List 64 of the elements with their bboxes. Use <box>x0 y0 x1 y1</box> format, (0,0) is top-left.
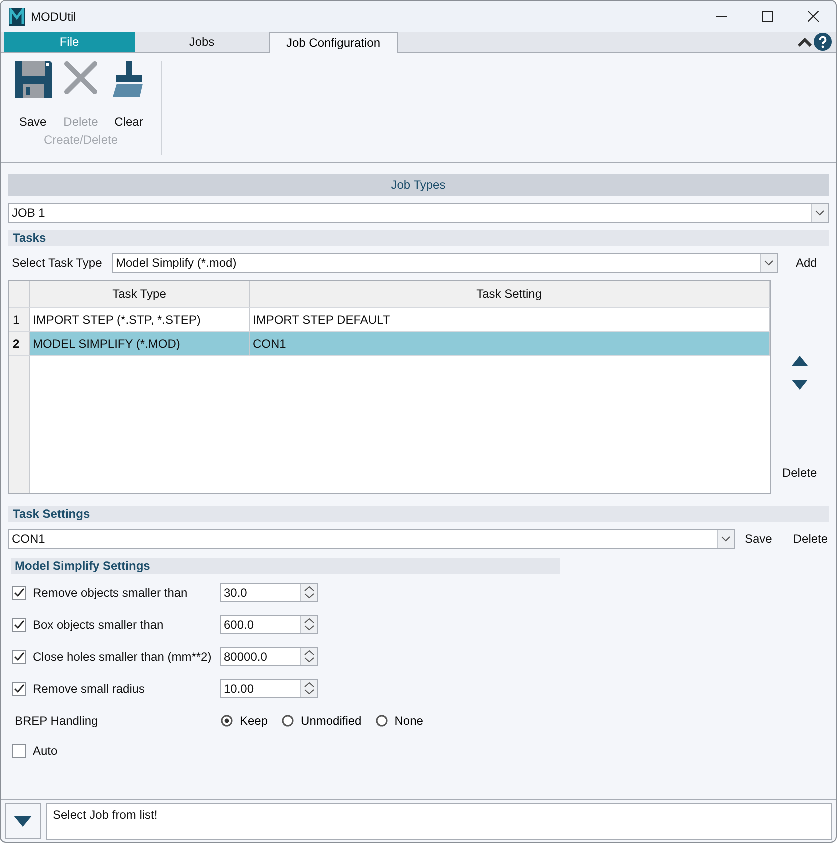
setting-label: Remove objects smaller than <box>33 586 189 600</box>
setting-label: Close holes smaller than (mm**2) <box>33 650 213 664</box>
number-spinner[interactable]: 600.0 <box>220 615 318 634</box>
task-setting-dropdown[interactable]: CON1 <box>8 529 735 549</box>
column-header[interactable]: Task Setting <box>250 281 770 307</box>
table-cell: CON1 <box>250 332 770 355</box>
table-cell: IMPORT STEP (*.STP, *.STEP) <box>30 308 250 331</box>
setting-label: Auto <box>33 744 58 758</box>
number-spinner[interactable]: 30.0 <box>220 583 318 602</box>
checkbox[interactable] <box>12 618 26 632</box>
radio-option[interactable]: Unmodified <box>282 714 362 728</box>
delete-button[interactable]: Delete <box>793 532 828 546</box>
row-number: 1 <box>9 308 30 331</box>
checkbox[interactable] <box>12 682 26 696</box>
help-icon[interactable] <box>814 33 832 51</box>
job-dropdown[interactable]: JOB 1 <box>8 203 829 223</box>
checkbox[interactable] <box>12 586 26 600</box>
triangle-down-icon <box>792 380 808 390</box>
number-spinner[interactable]: 80000.0 <box>220 647 318 666</box>
table-row[interactable]: 2 MODEL SIMPLIFY (*.MOD) CON1 <box>9 332 770 356</box>
collapse-ribbon-icon[interactable] <box>798 38 812 46</box>
setting-label: BREP Handling <box>15 714 100 728</box>
delete-button[interactable]: Delete <box>782 466 818 480</box>
add-button[interactable]: Add <box>796 256 818 270</box>
checkbox[interactable] <box>12 744 26 758</box>
save-button[interactable]: Save <box>745 532 772 546</box>
section-header: Tasks <box>8 230 829 246</box>
dropdown-caret-icon <box>721 536 731 542</box>
table-cell: IMPORT STEP DEFAULT <box>250 308 770 331</box>
radio-icon <box>376 714 388 726</box>
radio-icon <box>282 714 294 726</box>
section-header: Task Settings <box>8 506 829 522</box>
section-header: Job Types <box>8 174 829 196</box>
setting-label: Box objects smaller than <box>33 618 165 632</box>
number-spinner[interactable]: 10.00 <box>220 679 318 698</box>
setting-label: Remove small radius <box>33 682 146 696</box>
radio-option[interactable]: Keep <box>221 714 268 728</box>
column-header[interactable]: Task Type <box>30 281 250 307</box>
table-cell: MODEL SIMPLIFY (*.MOD) <box>30 332 250 355</box>
close-icon <box>808 11 818 22</box>
ribbon-button[interactable]: Save <box>9 61 57 133</box>
expand-log-button[interactable] <box>5 803 41 839</box>
checkbox[interactable] <box>12 650 26 664</box>
row-number: 2 <box>9 332 30 355</box>
dropdown-caret-icon <box>815 210 825 216</box>
corner-cell <box>9 281 30 307</box>
brush-icon <box>113 61 145 97</box>
status-message: Select Job from list! <box>46 802 832 840</box>
radio-option[interactable]: None <box>376 714 424 728</box>
tab[interactable]: Job Configuration <box>269 32 398 53</box>
maximize-icon <box>762 11 772 22</box>
task-type-dropdown[interactable]: Model Simplify (*.mod) <box>112 253 778 273</box>
radio-icon <box>221 714 233 726</box>
table-row[interactable]: 1 IMPORT STEP (*.STP, *.STEP) IMPORT STEP DEFAULT <box>9 308 770 332</box>
triangle-down-icon <box>14 816 32 826</box>
dropdown-caret-icon <box>764 260 774 266</box>
group-label: Create/Delete <box>44 133 118 147</box>
app-logo-icon <box>9 8 25 26</box>
section-header: Model Simplify Settings <box>11 558 560 574</box>
window-title: MODUtil <box>31 10 78 24</box>
cross-icon <box>64 61 98 95</box>
ribbon-button[interactable]: Clear <box>105 61 153 133</box>
field-label: Select Task Type <box>12 256 104 270</box>
triangle-up-icon <box>792 356 808 366</box>
